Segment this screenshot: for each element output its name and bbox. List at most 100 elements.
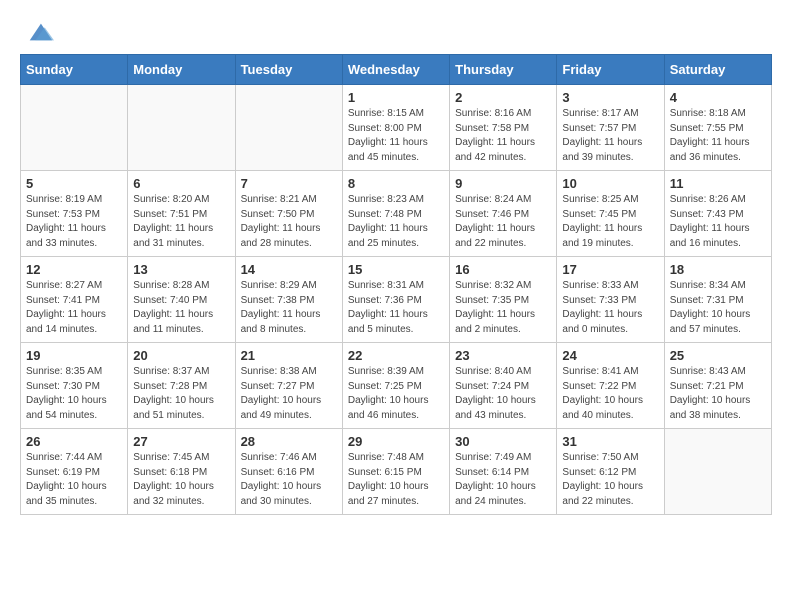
table-row: 4 Sunrise: 8:18 AM Sunset: 7:55 PM Daylig… [664, 85, 771, 171]
day-number: 15 [348, 262, 444, 277]
calendar-wrapper: Sunday Monday Tuesday Wednesday Thursday… [0, 54, 792, 525]
table-row: 15 Sunrise: 8:31 AM Sunset: 7:36 PM Dayli… [342, 257, 449, 343]
day-info: Sunrise: 8:40 AM Sunset: 7:24 PM Dayligh… [455, 365, 551, 423]
day-number: 12 [26, 262, 122, 277]
table-row: 24 Sunrise: 8:41 AM Sunset: 7:22 PM Dayli… [557, 343, 664, 429]
day-info: Sunrise: 8:17 AM Sunset: 7:57 PM Dayligh… [562, 107, 658, 165]
day-info: Sunrise: 8:29 AM Sunset: 7:38 PM Dayligh… [241, 279, 337, 337]
table-row [128, 85, 235, 171]
table-row: 30 Sunrise: 7:49 AM Sunset: 6:14 PM Dayli… [450, 429, 557, 515]
day-number: 31 [562, 434, 658, 449]
table-row: 20Sunrise: 8:37 AM Sunset: 7:28 PM Dayli… [128, 343, 235, 429]
table-row: 13 Sunrise: 8:28 AM Sunset: 7:40 PM Dayli… [128, 257, 235, 343]
day-info: Sunrise: 8:28 AM Sunset: 7:40 PM Dayligh… [133, 279, 229, 337]
col-wednesday: Wednesday [342, 55, 449, 85]
table-row: 19 Sunrise: 8:35 AM Sunset: 7:30 PM Dayli… [21, 343, 128, 429]
calendar-header: Sunday Monday Tuesday Wednesday Thursday… [21, 55, 772, 85]
day-number: 5 [26, 176, 122, 191]
weekday-header-row: Sunday Monday Tuesday Wednesday Thursday… [21, 55, 772, 85]
table-row: 2 Sunrise: 8:16 AM Sunset: 7:58 PM Daylig… [450, 85, 557, 171]
day-number: 3 [562, 90, 658, 105]
day-info: Sunrise: 8:34 AM Sunset: 7:31 PM Dayligh… [670, 279, 766, 337]
day-info: Sunrise: 7:45 AM Sunset: 6:18 PM Dayligh… [133, 451, 229, 509]
table-row: 3 Sunrise: 8:17 AM Sunset: 7:57 PM Daylig… [557, 85, 664, 171]
table-row: 17 Sunrise: 8:33 AM Sunset: 7:33 PM Dayli… [557, 257, 664, 343]
day-number: 18 [670, 262, 766, 277]
day-number: 9 [455, 176, 551, 191]
day-number: 14 [241, 262, 337, 277]
logo-icon [26, 18, 54, 46]
day-info: Sunrise: 8:27 AM Sunset: 7:41 PM Dayligh… [26, 279, 122, 337]
day-number: 27 [133, 434, 229, 449]
day-info: Sunrise: 8:19 AM Sunset: 7:53 PM Dayligh… [26, 193, 122, 251]
table-row: 14 Sunrise: 8:29 AM Sunset: 7:38 PM Dayli… [235, 257, 342, 343]
day-number: 7 [241, 176, 337, 191]
calendar-body: 1 Sunrise: 8:15 AM Sunset: 8:00 PM Daylig… [21, 85, 772, 515]
day-number: 28 [241, 434, 337, 449]
day-info: Sunrise: 7:46 AM Sunset: 6:16 PM Dayligh… [241, 451, 337, 509]
day-number: 2 [455, 90, 551, 105]
table-row: 12 Sunrise: 8:27 AM Sunset: 7:41 PM Dayli… [21, 257, 128, 343]
day-info: Sunrise: 7:50 AM Sunset: 6:12 PM Dayligh… [562, 451, 658, 509]
day-number: 16 [455, 262, 551, 277]
table-row [235, 85, 342, 171]
table-row: 25 Sunrise: 8:43 AM Sunset: 7:21 PM Dayli… [664, 343, 771, 429]
day-info: Sunrise: 8:21 AM Sunset: 7:50 PM Dayligh… [241, 193, 337, 251]
day-number: 1 [348, 90, 444, 105]
day-number: 20 [133, 348, 229, 363]
day-number: 17 [562, 262, 658, 277]
table-row: 7 Sunrise: 8:21 AM Sunset: 7:50 PM Daylig… [235, 171, 342, 257]
day-info: Sunrise: 8:43 AM Sunset: 7:21 PM Dayligh… [670, 365, 766, 423]
table-row: 27 Sunrise: 7:45 AM Sunset: 6:18 PM Dayli… [128, 429, 235, 515]
day-info: Sunrise: 8:26 AM Sunset: 7:43 PM Dayligh… [670, 193, 766, 251]
day-number: 26 [26, 434, 122, 449]
day-info: Sunrise: 8:31 AM Sunset: 7:36 PM Dayligh… [348, 279, 444, 337]
col-friday: Friday [557, 55, 664, 85]
day-number: 19 [26, 348, 122, 363]
table-row: 16 Sunrise: 8:32 AM Sunset: 7:35 PM Dayli… [450, 257, 557, 343]
col-sunday: Sunday [21, 55, 128, 85]
day-number: 25 [670, 348, 766, 363]
day-info: Sunrise: 8:35 AM Sunset: 7:30 PM Dayligh… [26, 365, 122, 423]
day-info: Sunrise: 8:41 AM Sunset: 7:22 PM Dayligh… [562, 365, 658, 423]
day-info: Sunrise: 8:33 AM Sunset: 7:33 PM Dayligh… [562, 279, 658, 337]
week-row-2: 5 Sunrise: 8:19 AM Sunset: 7:53 PM Daylig… [21, 171, 772, 257]
day-number: 24 [562, 348, 658, 363]
day-number: 30 [455, 434, 551, 449]
day-info: Sunrise: 8:16 AM Sunset: 7:58 PM Dayligh… [455, 107, 551, 165]
col-saturday: Saturday [664, 55, 771, 85]
day-number: 13 [133, 262, 229, 277]
day-info: Sunrise: 7:44 AM Sunset: 6:19 PM Dayligh… [26, 451, 122, 509]
table-row: 9 Sunrise: 8:24 AM Sunset: 7:46 PM Daylig… [450, 171, 557, 257]
day-number: 23 [455, 348, 551, 363]
day-number: 6 [133, 176, 229, 191]
day-number: 21 [241, 348, 337, 363]
table-row: 26 Sunrise: 7:44 AM Sunset: 6:19 PM Dayli… [21, 429, 128, 515]
day-info: Sunrise: 7:49 AM Sunset: 6:14 PM Dayligh… [455, 451, 551, 509]
table-row: 31 Sunrise: 7:50 AM Sunset: 6:12 PM Dayli… [557, 429, 664, 515]
table-row: 11Sunrise: 8:26 AM Sunset: 7:43 PM Dayli… [664, 171, 771, 257]
table-row [664, 429, 771, 515]
day-info: Sunrise: 8:25 AM Sunset: 7:45 PM Dayligh… [562, 193, 658, 251]
day-info: Sunrise: 8:15 AM Sunset: 8:00 PM Dayligh… [348, 107, 444, 165]
week-row-3: 12 Sunrise: 8:27 AM Sunset: 7:41 PM Dayli… [21, 257, 772, 343]
table-row: 8 Sunrise: 8:23 AM Sunset: 7:48 PM Daylig… [342, 171, 449, 257]
day-info: Sunrise: 8:32 AM Sunset: 7:35 PM Dayligh… [455, 279, 551, 337]
table-row: 29 Sunrise: 7:48 AM Sunset: 6:15 PM Dayli… [342, 429, 449, 515]
table-row: 23 Sunrise: 8:40 AM Sunset: 7:24 PM Dayli… [450, 343, 557, 429]
day-info: Sunrise: 8:24 AM Sunset: 7:46 PM Dayligh… [455, 193, 551, 251]
day-info: Sunrise: 8:23 AM Sunset: 7:48 PM Dayligh… [348, 193, 444, 251]
day-number: 4 [670, 90, 766, 105]
day-info: Sunrise: 7:48 AM Sunset: 6:15 PM Dayligh… [348, 451, 444, 509]
table-row: 6Sunrise: 8:20 AM Sunset: 7:51 PM Daylig… [128, 171, 235, 257]
day-number: 29 [348, 434, 444, 449]
day-info: Sunrise: 8:18 AM Sunset: 7:55 PM Dayligh… [670, 107, 766, 165]
week-row-5: 26 Sunrise: 7:44 AM Sunset: 6:19 PM Dayli… [21, 429, 772, 515]
table-row: 1 Sunrise: 8:15 AM Sunset: 8:00 PM Daylig… [342, 85, 449, 171]
day-number: 10 [562, 176, 658, 191]
table-row [21, 85, 128, 171]
table-row: 10 Sunrise: 8:25 AM Sunset: 7:45 PM Dayli… [557, 171, 664, 257]
week-row-4: 19 Sunrise: 8:35 AM Sunset: 7:30 PM Dayli… [21, 343, 772, 429]
day-info: Sunrise: 8:38 AM Sunset: 7:27 PM Dayligh… [241, 365, 337, 423]
day-number: 8 [348, 176, 444, 191]
